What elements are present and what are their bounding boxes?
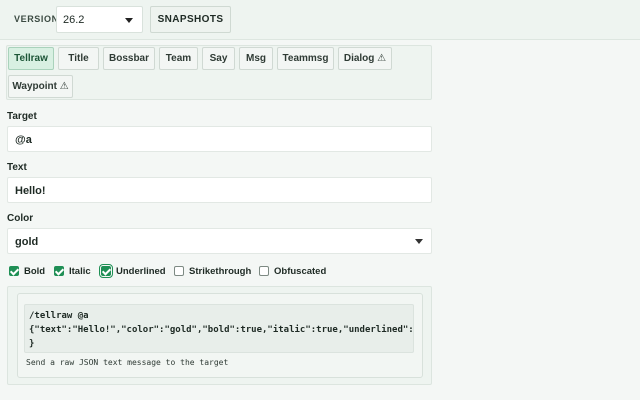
tab-title[interactable]: Title (58, 47, 99, 70)
strikethrough-label: Strikethrough (189, 265, 252, 277)
target-value: @a (15, 134, 32, 146)
bold-label: Bold (24, 265, 46, 277)
color-value: gold (15, 236, 39, 248)
command-code[interactable]: /tellraw @a {"text":"Hello!","color":"go… (24, 304, 414, 353)
output-panel: /tellraw @a {"text":"Hello!","color":"go… (7, 286, 432, 385)
underlined-checkbox[interactable]: Underlined (99, 264, 166, 278)
italic-label: Italic (69, 265, 91, 277)
tab-tellraw[interactable]: Tellraw (8, 47, 54, 70)
chevron-down-icon (125, 18, 133, 23)
checkbox-unchecked-icon[interactable] (174, 266, 184, 276)
text-value: Hello! (15, 185, 46, 197)
tab-msg[interactable]: Msg (239, 47, 273, 70)
tab-say[interactable]: Say (202, 47, 235, 70)
command-line: /tellraw @a (29, 311, 89, 321)
format-options: Bold Italic Underlined Strikethrough Obf… (0, 258, 440, 282)
tab-dialog[interactable]: Dialog ⚠ (338, 47, 392, 70)
tab-bossbar[interactable]: Bossbar (103, 47, 155, 70)
color-label: Color (7, 213, 34, 224)
checkbox-checked-icon[interactable] (99, 264, 113, 278)
tab-waypoint[interactable]: Waypoint ⚠ (8, 75, 73, 98)
bold-checkbox[interactable]: Bold (9, 264, 45, 278)
target-input[interactable]: @a (7, 126, 432, 152)
command-line: {"text":"Hello!","color":"gold","bold":t… (29, 325, 414, 335)
checkbox-checked-icon[interactable] (54, 266, 64, 276)
command-line: } (29, 339, 35, 349)
checkbox-checked-icon[interactable] (9, 266, 19, 276)
version-select[interactable]: 26.2 (56, 6, 143, 33)
chevron-down-icon (415, 239, 423, 244)
text-input[interactable]: Hello! (7, 177, 432, 203)
strikethrough-checkbox[interactable]: Strikethrough (174, 264, 251, 278)
underlined-label: Underlined (116, 265, 166, 277)
version-label: VERSION (14, 14, 59, 24)
version-value: 26.2 (63, 14, 85, 26)
target-label: Target (7, 111, 37, 122)
checkbox-unchecked-icon[interactable] (259, 266, 269, 276)
italic-checkbox[interactable]: Italic (54, 264, 91, 278)
obfuscated-checkbox[interactable]: Obfuscated (259, 264, 326, 278)
tab-teammsg[interactable]: Teammsg (277, 47, 334, 70)
toolbar: VERSION 26.2 SNAPSHOTS (0, 0, 640, 40)
command-tabs: Tellraw Title Bossbar Team Say Msg Teamm… (6, 45, 432, 100)
obfuscated-label: Obfuscated (274, 265, 327, 277)
snapshots-button[interactable]: SNAPSHOTS (150, 6, 231, 33)
text-label: Text (7, 162, 27, 173)
color-select[interactable]: gold (7, 228, 432, 254)
command-output: /tellraw @a {"text":"Hello!","color":"go… (17, 293, 423, 378)
command-description: Send a raw JSON text message to the targ… (26, 358, 229, 367)
tab-team[interactable]: Team (159, 47, 198, 70)
